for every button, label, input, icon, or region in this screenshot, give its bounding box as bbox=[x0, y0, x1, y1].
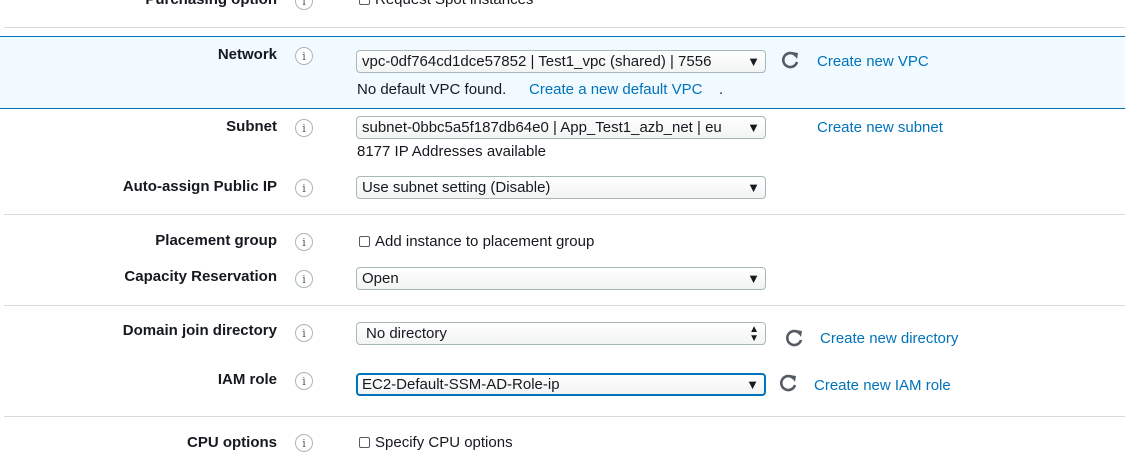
dropdown-arrow-icon: ▼ bbox=[747, 271, 760, 286]
auto-assign-ip-label: Auto-assign Public IP bbox=[122, 178, 277, 195]
domain-join-select[interactable]: No directory ▲ ▼ bbox=[356, 322, 766, 345]
create-new-subnet-link[interactable]: Create new subnet bbox=[817, 119, 943, 136]
checkbox-box[interactable] bbox=[359, 236, 370, 247]
auto-assign-ip-select[interactable]: Use subnet setting (Disable) ▼ bbox=[356, 176, 766, 199]
section-divider bbox=[4, 416, 1125, 417]
cpu-options-checkbox[interactable]: Specify CPU options bbox=[359, 434, 513, 451]
iam-role-select[interactable]: EC2-Default-SSM-AD-Role-ip ▼ bbox=[356, 373, 766, 396]
cpu-options-checkbox-label: Specify CPU options bbox=[375, 434, 513, 451]
dropdown-arrow-icon: ▼ bbox=[746, 377, 759, 392]
subnet-select-value: subnet-0bbc5a5f187db64e0 | App_Test1_azb… bbox=[362, 119, 722, 136]
domain-join-value: No directory bbox=[366, 325, 447, 342]
network-label: Network bbox=[217, 46, 277, 63]
create-new-vpc-link[interactable]: Create new VPC bbox=[817, 53, 929, 70]
purchasing-option-label: Purchasing option bbox=[145, 0, 277, 8]
checkbox-box[interactable] bbox=[359, 437, 370, 448]
section-divider bbox=[4, 214, 1125, 215]
capacity-reservation-label: Capacity Reservation bbox=[124, 268, 277, 285]
section-divider bbox=[4, 305, 1125, 306]
create-new-directory-link[interactable]: Create new directory bbox=[820, 330, 958, 347]
info-icon[interactable]: i bbox=[295, 434, 313, 452]
create-new-iam-role-link[interactable]: Create new IAM role bbox=[814, 377, 951, 394]
iam-role-value: EC2-Default-SSM-AD-Role-ip bbox=[362, 376, 560, 393]
info-icon[interactable]: i bbox=[295, 233, 313, 251]
info-icon[interactable]: i bbox=[295, 324, 313, 342]
create-default-vpc-link[interactable]: Create a new default VPC bbox=[529, 81, 702, 98]
request-spot-checkbox[interactable]: Request Spot instances bbox=[359, 0, 533, 8]
dropdown-arrow-icon: ▼ bbox=[747, 120, 760, 135]
create-default-vpc-period: . bbox=[719, 81, 724, 98]
section-divider bbox=[4, 27, 1125, 28]
subnet-select[interactable]: subnet-0bbc5a5f187db64e0 | App_Test1_azb… bbox=[356, 116, 766, 139]
refresh-icon[interactable] bbox=[783, 327, 805, 349]
placement-group-checkbox-label: Add instance to placement group bbox=[375, 233, 595, 250]
subnet-label: Subnet bbox=[226, 118, 277, 135]
capacity-reservation-value: Open bbox=[362, 270, 399, 287]
cpu-options-label: CPU options bbox=[187, 434, 277, 451]
dropdown-arrow-icon: ▼ bbox=[747, 180, 760, 195]
network-select[interactable]: vpc-0df764cd1dce57852 | Test1_vpc (share… bbox=[356, 50, 766, 73]
auto-assign-ip-value: Use subnet setting (Disable) bbox=[362, 179, 551, 196]
no-default-vpc-text: No default VPC found. bbox=[357, 81, 507, 98]
info-icon[interactable]: i bbox=[295, 179, 313, 197]
checkbox-box[interactable] bbox=[359, 0, 370, 5]
refresh-icon[interactable] bbox=[779, 49, 801, 71]
info-icon[interactable]: i bbox=[295, 47, 313, 65]
iam-role-label: IAM role bbox=[217, 371, 277, 388]
network-select-value: vpc-0df764cd1dce57852 | Test1_vpc (share… bbox=[362, 53, 712, 70]
select-updown-icon: ▲ ▼ bbox=[749, 324, 759, 344]
subnet-available-ips: 8177 IP Addresses available bbox=[357, 143, 547, 160]
info-icon[interactable]: i bbox=[295, 270, 313, 288]
info-icon[interactable]: i bbox=[295, 119, 313, 137]
info-icon[interactable]: i bbox=[295, 372, 313, 390]
info-icon[interactable]: i bbox=[295, 0, 313, 10]
placement-group-label: Placement group bbox=[155, 232, 277, 249]
placement-group-checkbox[interactable]: Add instance to placement group bbox=[359, 233, 594, 250]
domain-join-label: Domain join directory bbox=[122, 322, 277, 339]
capacity-reservation-select[interactable]: Open ▼ bbox=[356, 267, 766, 290]
dropdown-arrow-icon: ▼ bbox=[747, 54, 760, 69]
request-spot-label: Request Spot instances bbox=[375, 0, 533, 8]
refresh-icon[interactable] bbox=[777, 372, 799, 394]
